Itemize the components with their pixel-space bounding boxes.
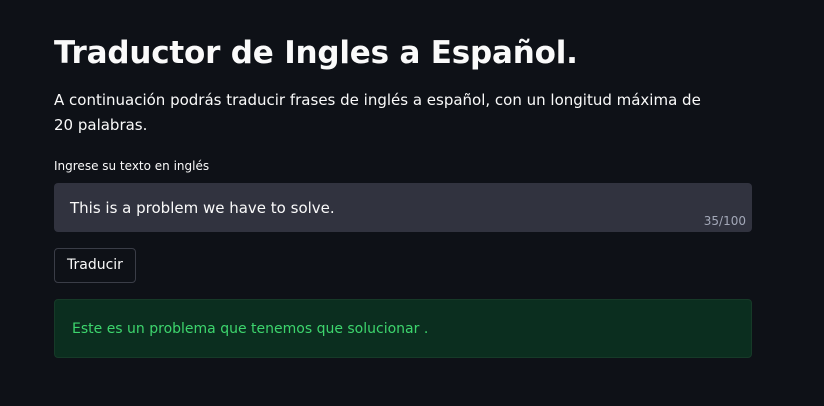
input-label: Ingrese su texto en inglés xyxy=(54,159,210,173)
translation-result-text: Este es un problema que tenemos que solu… xyxy=(72,321,429,337)
page-title: Traductor de Ingles a Español. xyxy=(54,35,578,71)
character-counter: 35/100 xyxy=(703,214,746,228)
english-text-input[interactable]: This is a problem we have to solve. 35/1… xyxy=(54,183,752,232)
translate-button[interactable]: Traducir xyxy=(54,248,136,283)
translation-result-box: Este es un problema que tenemos que solu… xyxy=(54,299,752,358)
english-text-value[interactable]: This is a problem we have to solve. xyxy=(70,198,335,218)
page-description: A continuación podrás traducir frases de… xyxy=(54,91,701,134)
